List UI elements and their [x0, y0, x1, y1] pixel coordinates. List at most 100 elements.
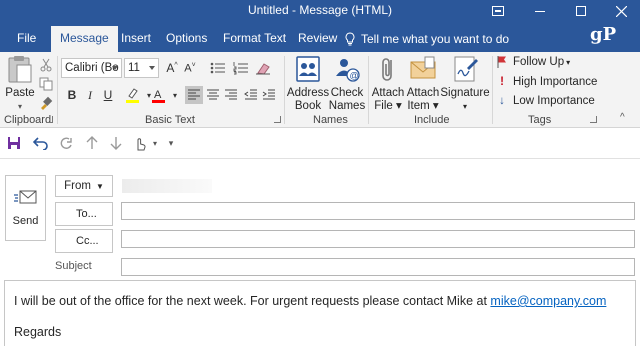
align-left-button[interactable]	[185, 86, 203, 104]
format-painter-button[interactable]	[37, 94, 55, 112]
touch-mode-button[interactable]	[132, 135, 148, 151]
clipboard-dialog-launcher[interactable]	[46, 116, 53, 123]
tags-dialog-launcher[interactable]	[590, 116, 597, 123]
tab-review[interactable]: Review	[289, 28, 346, 52]
collapse-ribbon-icon[interactable]: ^	[620, 112, 625, 123]
lightbulb-icon	[345, 32, 355, 46]
paste-label: Paste	[5, 87, 35, 99]
underline-button[interactable]: U	[99, 86, 117, 104]
align-right-button[interactable]	[222, 86, 240, 104]
ribbon: Paste ▾ Clipboard Calibri (Bo 11 A^ A˅ B…	[0, 52, 640, 128]
maximize-button[interactable]	[566, 0, 596, 22]
next-item-button[interactable]	[108, 135, 124, 151]
from-label: From	[64, 180, 91, 192]
address-book-icon	[296, 56, 320, 82]
cc-field[interactable]	[121, 230, 635, 248]
grow-font-button[interactable]: A^	[163, 59, 181, 77]
address-book-button[interactable]: Address Book	[287, 54, 329, 113]
to-button[interactable]: To...	[55, 202, 113, 226]
tab-message[interactable]: Message	[51, 26, 118, 52]
address-book-label-2: Book	[294, 100, 322, 112]
copy-icon	[39, 77, 53, 91]
to-field[interactable]	[121, 202, 635, 220]
maximize-icon	[576, 6, 586, 16]
previous-item-button[interactable]	[84, 135, 100, 151]
attach-item-button[interactable]: Attach Item ▾	[405, 54, 441, 113]
from-button[interactable]: From ▼	[55, 175, 113, 197]
svg-text:A: A	[154, 89, 162, 101]
attach-file-label-1: Attach	[371, 87, 405, 99]
cut-button[interactable]	[37, 56, 55, 74]
close-button[interactable]	[606, 0, 636, 22]
touch-mode-dropdown[interactable]: ▾	[147, 135, 163, 151]
title-bar: Untitled - Message (HTML)	[0, 0, 640, 22]
ribbon-display-options-button[interactable]	[483, 0, 513, 22]
copy-button[interactable]	[37, 75, 55, 93]
email-link[interactable]: mike@company.com	[490, 294, 606, 308]
increase-indent-button[interactable]	[260, 86, 278, 104]
tell-me-search[interactable]: Tell me what you want to do	[344, 30, 509, 48]
bullet-list-icon	[210, 62, 225, 74]
italic-button[interactable]: I	[81, 86, 99, 104]
shrink-font-button[interactable]: A˅	[181, 59, 199, 77]
redo-button[interactable]	[58, 135, 74, 151]
high-importance-button[interactable]: ! High Importance	[497, 76, 597, 88]
arrow-up-icon	[86, 136, 98, 149]
numbering-button[interactable]	[232, 59, 250, 77]
chevron-down-icon: ▾	[566, 57, 571, 67]
attach-file-label-2: File ▾	[374, 100, 402, 112]
highlighter-icon	[126, 88, 139, 103]
basic-text-dialog-launcher[interactable]	[274, 116, 281, 123]
minimize-icon	[535, 10, 545, 12]
tab-format-text[interactable]: Format Text	[214, 28, 295, 52]
undo-button[interactable]	[33, 135, 49, 151]
customize-icon: ▾	[168, 137, 174, 148]
paste-dropdown-icon: ▾	[17, 102, 22, 111]
paperclip-icon	[382, 58, 392, 81]
tab-insert[interactable]: Insert	[112, 28, 160, 52]
follow-up-label: Follow Up	[513, 56, 565, 68]
attach-file-button[interactable]: Attach File ▾	[371, 54, 405, 113]
bold-button[interactable]: B	[63, 86, 81, 104]
decrease-indent-button[interactable]	[242, 86, 260, 104]
clear-formatting-button[interactable]	[254, 59, 272, 77]
include-group-label: Include	[414, 114, 450, 126]
follow-up-button[interactable]: Follow Up ▾	[497, 56, 570, 68]
subject-field[interactable]	[121, 258, 635, 276]
message-body[interactable]: I will be out of the office for the next…	[4, 280, 636, 346]
redo-icon	[60, 137, 72, 149]
arrow-down-icon	[110, 137, 122, 150]
chevron-down-icon: ▼	[95, 181, 104, 191]
send-button[interactable]: Send	[5, 175, 46, 241]
align-center-button[interactable]	[204, 86, 222, 104]
save-icon	[8, 137, 20, 149]
customize-qat-button[interactable]: ▾	[163, 135, 179, 151]
cc-button[interactable]: Cc...	[55, 229, 113, 253]
paste-icon	[8, 56, 32, 83]
minimize-button[interactable]	[525, 0, 555, 22]
scissors-icon	[40, 58, 52, 72]
high-importance-label: High Importance	[513, 76, 598, 88]
send-envelope-icon	[13, 190, 36, 204]
low-importance-button[interactable]: ↓ Low Importance	[497, 95, 595, 107]
body-text: I will be out of the office for the next…	[14, 294, 491, 308]
group-separator	[57, 56, 58, 124]
signature-button[interactable]: Signature ▾	[440, 54, 490, 113]
font-name-combo[interactable]: Calibri (Bo	[61, 58, 122, 78]
ribbon-tab-bar: File Message Insert Options Format Text …	[0, 22, 640, 52]
numbered-list-icon	[233, 62, 248, 75]
paste-button[interactable]: Paste ▾	[5, 54, 35, 113]
check-names-button[interactable]: @ Check Names	[329, 54, 365, 113]
tab-options[interactable]: Options	[157, 28, 216, 52]
envelope-icon	[410, 56, 436, 79]
body-paragraph: I will be out of the office for the next…	[14, 294, 606, 308]
svg-text:@: @	[350, 71, 359, 81]
decrease-indent-icon	[244, 89, 257, 100]
font-size-combo[interactable]: 11	[124, 58, 159, 78]
tab-file[interactable]: File	[8, 28, 45, 52]
tags-group-label: Tags	[528, 114, 552, 126]
font-color-dropdown[interactable]: ▾	[166, 86, 184, 104]
bullets-button[interactable]	[209, 59, 227, 77]
save-button[interactable]	[6, 135, 22, 151]
undo-icon	[33, 137, 48, 150]
